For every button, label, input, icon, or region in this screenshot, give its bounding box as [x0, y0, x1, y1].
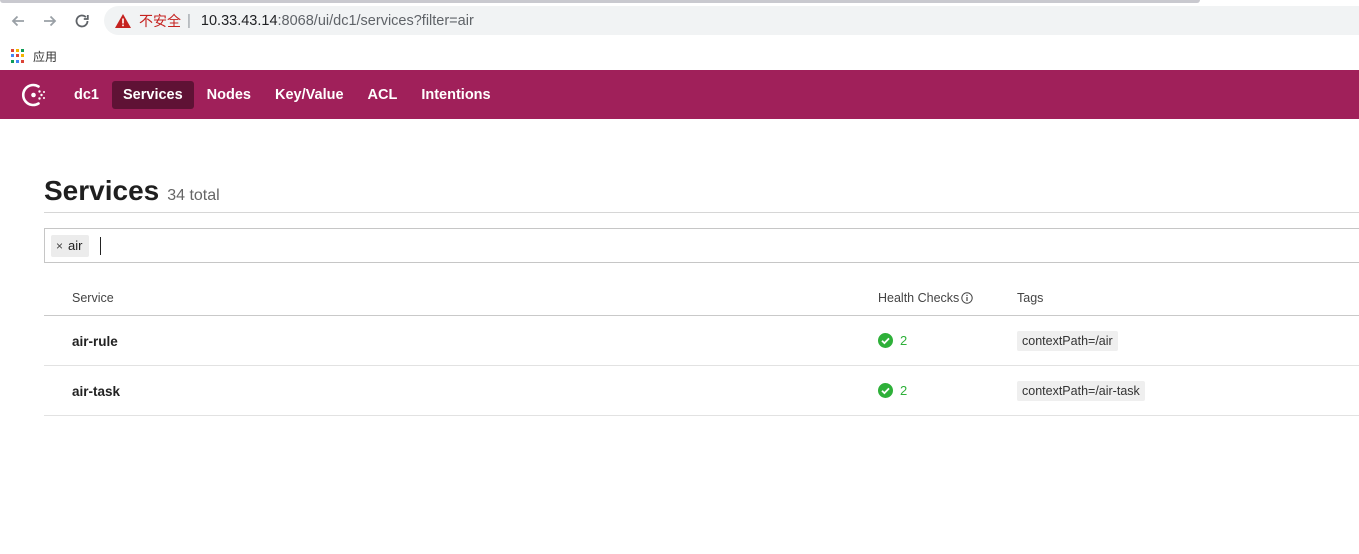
bookmarks-bar: 应用 — [0, 42, 1359, 70]
forward-button[interactable] — [39, 10, 61, 32]
arrow-left-icon — [9, 12, 27, 30]
tag-badge: contextPath=/air — [1017, 331, 1118, 351]
nav-item-acl[interactable]: ACL — [357, 81, 409, 109]
table-header: Service Health Checks Tags — [44, 280, 1359, 316]
page-header: Services 34 total — [44, 175, 1359, 213]
health-passing-count: 2 — [900, 383, 908, 398]
column-header-tags: Tags — [1017, 291, 1044, 305]
filter-chip-label: air — [68, 238, 83, 253]
check-circle-icon — [878, 333, 893, 348]
info-icon[interactable] — [961, 292, 973, 304]
column-header-service: Service — [72, 291, 114, 305]
reload-button[interactable] — [71, 10, 93, 32]
service-tags: contextPath=/air-task — [1017, 381, 1145, 401]
text-cursor — [100, 236, 102, 255]
url-host: 10.33.43.14 — [200, 12, 278, 29]
column-header-health-label: Health Checks — [878, 291, 960, 305]
services-count: 34 total — [167, 187, 220, 204]
page-title: Services — [44, 175, 160, 206]
back-button[interactable] — [7, 10, 29, 32]
health-checks-passing: 2 — [878, 333, 907, 348]
service-name-link[interactable]: air-rule — [72, 334, 118, 349]
datacenter-selector[interactable]: dc1 — [63, 81, 110, 109]
nav-item-intentions[interactable]: Intentions — [410, 81, 501, 109]
nav-item-nodes[interactable]: Nodes — [196, 81, 262, 109]
column-header-health-checks: Health Checks — [878, 291, 973, 305]
services-table: Service Health Checks Tags air-rule 2 co… — [44, 280, 1359, 416]
consul-logo-icon[interactable] — [19, 80, 49, 110]
table-row[interactable]: air-task 2 contextPath=/air-task — [44, 366, 1359, 416]
search-filter-input[interactable]: × air — [44, 228, 1359, 263]
tab-strip-edge — [0, 0, 1200, 3]
check-circle-icon — [878, 383, 893, 398]
warning-icon[interactable] — [114, 13, 132, 29]
health-checks-passing: 2 — [878, 383, 907, 398]
service-name-link[interactable]: air-task — [72, 384, 120, 399]
apps-bookmark[interactable]: 应用 — [33, 48, 57, 65]
address-bar[interactable]: 不安全 | 10.33.43.14:8068/ui/dc1/services?f… — [104, 6, 1359, 35]
nav-item-services[interactable]: Services — [112, 80, 194, 109]
health-passing-count: 2 — [900, 333, 908, 348]
url-path: :8068/ui/dc1/services?filter=air — [277, 12, 474, 29]
address-separator: | — [187, 12, 191, 29]
reload-icon — [73, 12, 91, 30]
close-icon[interactable]: × — [56, 239, 63, 253]
table-row[interactable]: air-rule 2 contextPath=/air — [44, 316, 1359, 366]
filter-chip[interactable]: × air — [51, 234, 90, 257]
nav-item-key-value[interactable]: Key/Value — [264, 81, 355, 109]
tag-badge: contextPath=/air-task — [1017, 381, 1145, 401]
browser-toolbar: 不安全 | 10.33.43.14:8068/ui/dc1/services?f… — [0, 0, 1359, 42]
service-tags: contextPath=/air — [1017, 331, 1118, 351]
apps-grid-icon — [11, 49, 25, 63]
top-navigation: dc1 Services Nodes Key/Value ACL Intenti… — [0, 70, 1359, 119]
insecure-label[interactable]: 不安全 — [139, 11, 181, 31]
arrow-right-icon — [41, 12, 59, 30]
